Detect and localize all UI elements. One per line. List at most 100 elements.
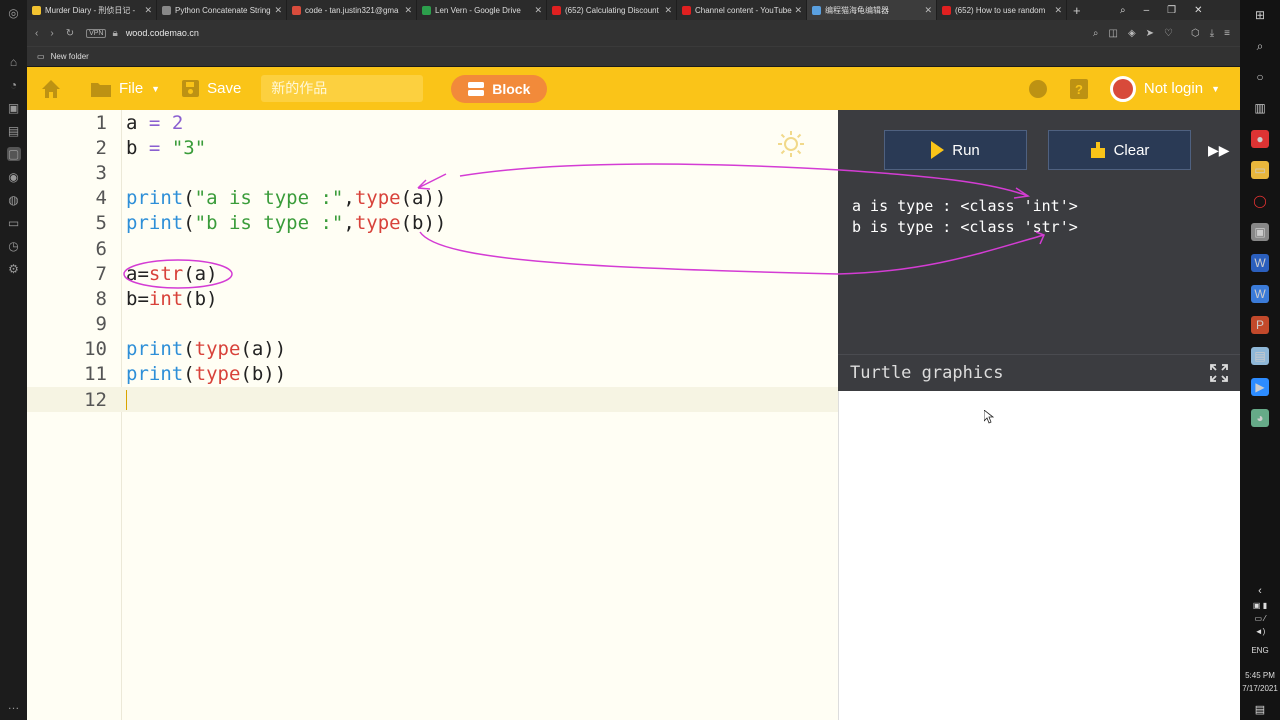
network-icon[interactable]: ▭ ⁄ [1254, 614, 1265, 623]
line-number: 1 [95, 111, 107, 134]
line-code[interactable]: a = 2 [126, 112, 183, 134]
tab-title: Murder Diary - 刑侦日记 - [45, 5, 136, 15]
opera-icon[interactable]: ◯ [1251, 192, 1269, 210]
browser-tab[interactable]: code - tan.justin321@gma ✕ [287, 0, 417, 20]
maximize-icon[interactable]: ❐ [1167, 5, 1176, 16]
help-icon[interactable]: ? [1069, 78, 1088, 99]
expand-icon[interactable] [1210, 364, 1228, 382]
browser-tab[interactable]: Murder Diary - 刑侦日记 - ✕ [27, 0, 157, 20]
fast-forward-icon[interactable]: ▶▶ [1208, 142, 1230, 159]
back-icon[interactable]: ‹ [35, 28, 38, 39]
notification-icon[interactable]: ▤ [1255, 703, 1265, 716]
clear-button[interactable]: Clear [1048, 130, 1191, 170]
close-tab-icon[interactable]: ✕ [1054, 5, 1062, 16]
word-icon[interactable]: W [1251, 254, 1269, 272]
close-tab-icon[interactable]: ✕ [794, 5, 802, 16]
windows-icon[interactable]: ⊞ [1251, 6, 1269, 24]
line-number: 2 [95, 136, 107, 159]
clock-date[interactable]: 7/17/2021 [1242, 684, 1278, 693]
close-tab-icon[interactable]: ✕ [274, 5, 282, 16]
search-icon[interactable]: ⌕ [1251, 37, 1269, 55]
browser-tab[interactable]: Python Concatenate String ✕ [157, 0, 287, 20]
line-code[interactable]: b = "3" [126, 137, 206, 159]
browser-tab[interactable]: Len Vern - Google Drive ✕ [417, 0, 547, 20]
send-icon[interactable]: ➤ [1146, 28, 1154, 39]
line-code[interactable]: print("b is type :",type(b)) [126, 212, 446, 234]
file-explorer-icon[interactable]: ▭ [1251, 161, 1269, 179]
globe-icon[interactable] [1028, 79, 1048, 99]
download-icon[interactable]: ⤓ [1210, 28, 1214, 39]
task-view-icon[interactable]: ▥ [1251, 99, 1269, 117]
shield-icon[interactable]: ◈ [1128, 28, 1136, 39]
opera-logo-icon[interactable]: ◎ [7, 6, 21, 20]
work-name-input[interactable]: 新的作品 [261, 75, 424, 102]
cortana-icon[interactable]: ○ [1251, 68, 1269, 86]
chrome-icon[interactable]: ● [1251, 130, 1269, 148]
camera-icon[interactable]: ▢ [6, 147, 21, 161]
search-icon[interactable]: ⌕ [1093, 28, 1099, 39]
minimize-icon[interactable]: – [1144, 5, 1150, 16]
paint-icon[interactable]: ◕ [1251, 409, 1269, 427]
close-tab-icon[interactable]: ✕ [404, 5, 412, 16]
clock-time[interactable]: 5:45 PM [1245, 671, 1275, 680]
gamepad-icon[interactable]: ⌂ [7, 55, 21, 69]
chevron-down-icon: ▼ [151, 83, 161, 94]
close-tab-icon[interactable]: ✕ [664, 5, 672, 16]
line-code[interactable] [126, 389, 127, 410]
run-button[interactable]: Run [884, 130, 1027, 170]
powerpoint-icon[interactable]: P [1251, 316, 1269, 334]
chevron-up-icon[interactable]: ‹ [1258, 585, 1262, 597]
camera-tray-icon[interactable]: ▣ ▮ [1253, 601, 1267, 610]
heart-icon[interactable]: ♡ [1164, 28, 1173, 39]
browser-tab[interactable]: (652) Calculating Discount ✕ [547, 0, 677, 20]
file-menu[interactable]: File ▼ [91, 80, 160, 97]
new-tab-icon[interactable]: + [1073, 3, 1081, 18]
user-menu[interactable]: Not login ▼ [1109, 75, 1220, 102]
history-icon[interactable]: ◷ [7, 239, 21, 253]
volume-icon[interactable]: ◄) [1255, 627, 1266, 636]
language-indicator[interactable]: ENG [1251, 646, 1268, 655]
bag-icon[interactable]: ▣ [7, 101, 21, 115]
menu-icon[interactable]: ≡ [1224, 28, 1230, 39]
theme-toggle-icon[interactable] [777, 130, 805, 158]
code-token: (a) [183, 262, 218, 285]
run-label: Run [952, 141, 980, 159]
speed-dial-icon[interactable]: ◔ [7, 78, 21, 92]
url-text[interactable]: wood.codemao.cn [126, 28, 199, 38]
cube-icon[interactable]: ⬡ [1191, 28, 1200, 39]
app-icon[interactable]: ▣ [1251, 223, 1269, 241]
save-button[interactable]: Save [182, 80, 241, 97]
zoom-icon[interactable]: ▶ [1251, 378, 1269, 396]
whatsapp-icon[interactable]: ◍ [7, 193, 21, 207]
browser-tab[interactable]: (652) How to use random ✕ [937, 0, 1067, 20]
settings-icon[interactable]: ⚙ [7, 262, 21, 276]
home-icon[interactable] [39, 77, 63, 101]
line-code[interactable]: a=str(a) [126, 263, 218, 285]
line-code[interactable]: print(type(b)) [126, 363, 286, 385]
line-code[interactable]: print("a is type :",type(a)) [126, 187, 446, 209]
wps-icon[interactable]: W [1251, 285, 1269, 303]
bookmark-folder[interactable]: New folder [51, 52, 89, 61]
snapshot-icon[interactable]: ◫ [1108, 28, 1117, 39]
reload-icon[interactable]: ↻ [66, 28, 74, 39]
more-icon[interactable]: … [7, 698, 21, 712]
news-icon[interactable]: ▭ [7, 216, 21, 230]
twitch-icon[interactable]: ▤ [7, 124, 21, 138]
block-mode-button[interactable]: Block [451, 74, 548, 103]
code-editor[interactable]: 1a = 2 2b = "3" 3 4 print("a is type :",t… [27, 110, 838, 720]
browser-tab[interactable]: Channel content - YouTube ✕ [677, 0, 807, 20]
forward-icon[interactable]: › [50, 28, 53, 39]
line-code[interactable]: print(type(a)) [126, 338, 286, 360]
code-line: 1 a = 2 [27, 110, 838, 135]
close-tab-icon[interactable]: ✕ [924, 5, 932, 16]
browser-tab[interactable]: 编程猫海龟编辑器 ✕ [807, 0, 937, 20]
search-tabs-icon[interactable]: ⌕ [1120, 5, 1126, 16]
turtle-canvas[interactable] [838, 391, 1240, 720]
close-icon[interactable]: ✕ [1194, 5, 1202, 16]
close-tab-icon[interactable]: ✕ [534, 5, 542, 16]
notes-icon[interactable]: ▤ [1251, 347, 1269, 365]
messenger-icon[interactable]: ◉ [7, 170, 21, 184]
close-tab-icon[interactable]: ✕ [144, 5, 152, 16]
vpn-badge[interactable]: VPN [86, 28, 107, 38]
line-code[interactable]: b=int(b) [126, 288, 218, 310]
